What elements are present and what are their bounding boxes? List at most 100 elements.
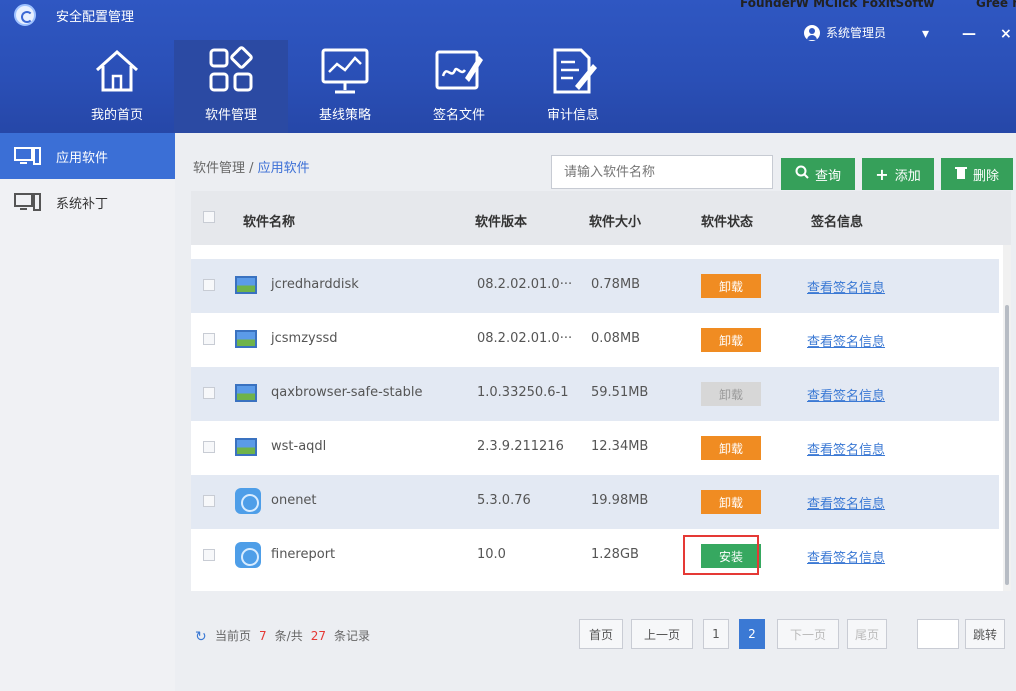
image-app-icon — [235, 384, 257, 402]
audit-doc-icon — [545, 46, 601, 96]
search-icon — [795, 165, 809, 183]
view-signature-link[interactable]: 查看签名信息 — [807, 493, 885, 512]
sidebar: 应用软件 系统补丁 — [0, 133, 175, 691]
view-signature-link[interactable]: 查看签名信息 — [807, 547, 885, 566]
software-size: 1.28GB — [591, 547, 639, 562]
uninstall-button[interactable]: 卸载 — [701, 436, 761, 460]
row-checkbox[interactable] — [203, 333, 215, 345]
row-checkbox[interactable] — [203, 441, 215, 453]
page-size-value: 7 — [259, 629, 267, 643]
nav-label: 软件管理 — [204, 108, 257, 123]
last-page-button[interactable]: 尾页 — [847, 619, 887, 649]
app-title: 安全配置管理 — [56, 10, 135, 25]
page-info-label: 条记录 — [333, 629, 370, 643]
home-icon — [89, 46, 145, 96]
nav-home[interactable]: 我的首页 — [60, 40, 174, 133]
software-version: 1.0.33250.6-1 — [477, 385, 569, 400]
sidebar-item-system-patch[interactable]: 系统补丁 — [0, 179, 175, 225]
background-window-label: Gree nP — [976, 0, 1016, 10]
column-header-name[interactable]: 软件名称 — [243, 211, 295, 230]
breadcrumb: 软件管理 / 应用软件 — [193, 157, 310, 176]
table-scrollbar[interactable] — [1003, 245, 1011, 591]
software-version: 08.2.02.01.0··· — [477, 277, 573, 292]
scrollbar-thumb[interactable] — [1005, 305, 1009, 585]
software-version: 08.2.02.01.0··· — [477, 331, 573, 346]
delete-label: 删除 — [972, 168, 999, 184]
uninstall-button[interactable]: 卸载 — [701, 382, 761, 406]
row-checkbox[interactable] — [203, 495, 215, 507]
add-button[interactable]: + 添加 — [862, 158, 934, 190]
view-signature-link[interactable]: 查看签名信息 — [807, 385, 885, 404]
sidebar-item-app-software[interactable]: 应用软件 — [0, 133, 175, 179]
column-header-status[interactable]: 软件状态 — [701, 211, 753, 230]
close-button[interactable]: × — [1000, 26, 1012, 42]
query-button[interactable]: 查询 — [781, 158, 855, 190]
table-row[interactable]: wst-aqdl 2.3.9.211216 12.34MB 卸载 查看签名信息 — [191, 421, 999, 475]
blue-app-icon — [235, 488, 261, 514]
goto-button[interactable]: 跳转 — [965, 619, 1005, 649]
main-nav: 我的首页 软件管理 基线策略 签名文件 审计信息 — [60, 40, 630, 133]
page-info-label: 条/共 — [274, 629, 303, 643]
select-all-checkbox[interactable] — [203, 211, 215, 223]
apps-icon — [203, 46, 259, 96]
uninstall-button[interactable]: 卸载 — [701, 274, 761, 298]
highlight-box — [683, 535, 759, 575]
background-window-label: FoxitSoftw — [862, 0, 935, 10]
query-label: 查询 — [814, 168, 841, 184]
breadcrumb-current: 应用软件 — [257, 161, 310, 176]
table-row[interactable]: 卸载查看签名信息 — [191, 245, 999, 259]
monitor-chart-icon — [317, 46, 373, 96]
nav-signature-file[interactable]: 签名文件 — [402, 40, 516, 133]
software-name: jcredharddisk — [271, 277, 359, 292]
next-page-button[interactable]: 下一页 — [777, 619, 839, 649]
total-records-value: 27 — [310, 629, 326, 643]
uninstall-button[interactable]: 卸载 — [701, 328, 761, 352]
nav-audit-info[interactable]: 审计信息 — [516, 40, 630, 133]
page-number-button[interactable]: 1 — [703, 619, 729, 649]
software-name: qaxbrowser-safe-stable — [271, 385, 423, 400]
dropdown-menu-icon[interactable]: ▾ — [922, 26, 929, 42]
sidebar-item-label: 系统补丁 — [56, 196, 109, 212]
column-header-signature[interactable]: 签名信息 — [811, 211, 863, 230]
nav-label: 基线策略 — [318, 108, 371, 123]
software-version: 10.0 — [477, 547, 506, 562]
column-header-size[interactable]: 软件大小 — [589, 211, 641, 230]
goto-page-input[interactable] — [917, 619, 959, 649]
app-header: 安全配置管理 FounderW MClick FoxitSoftw Gree n… — [0, 0, 1016, 133]
row-checkbox[interactable] — [203, 387, 215, 399]
plus-icon: + — [875, 164, 889, 184]
trash-icon — [954, 166, 967, 183]
software-name: wst-aqdl — [271, 439, 327, 454]
view-signature-link[interactable]: 查看签名信息 — [807, 277, 885, 296]
blue-app-icon — [235, 542, 261, 568]
nav-baseline-policy[interactable]: 基线策略 — [288, 40, 402, 133]
user-menu[interactable]: 系统管理员 — [804, 24, 886, 41]
prev-page-button[interactable]: 上一页 — [631, 619, 693, 649]
first-page-button[interactable]: 首页 — [579, 619, 623, 649]
refresh-icon[interactable]: ↻ — [195, 629, 207, 645]
signature-icon — [431, 46, 487, 96]
search-input[interactable] — [551, 155, 773, 189]
page-number-button-active[interactable]: 2 — [739, 619, 765, 649]
view-signature-link[interactable]: 查看签名信息 — [807, 439, 885, 458]
software-size: 0.78MB — [591, 277, 641, 292]
table-row[interactable]: onenet 5.3.0.76 19.98MB 卸载 查看签名信息 — [191, 475, 999, 529]
uninstall-button[interactable]: 卸载 — [701, 490, 761, 514]
view-signature-link[interactable]: 查看签名信息 — [807, 331, 885, 350]
table-row[interactable]: qaxbrowser-safe-stable 1.0.33250.6-1 59.51… — [191, 367, 999, 421]
column-header-version[interactable]: 软件版本 — [475, 211, 527, 230]
software-size: 12.34MB — [591, 439, 649, 454]
software-name: jcsmzyssd — [271, 331, 338, 346]
table-row[interactable]: jcsmzyssd 08.2.02.01.0··· 0.08MB 卸载 查看签名信息 — [191, 313, 999, 367]
row-checkbox[interactable] — [203, 279, 215, 291]
sidebar-item-label: 应用软件 — [56, 150, 109, 166]
table-row[interactable]: jcredharddisk 08.2.02.01.0··· 0.78MB 卸载 查看签名… — [191, 259, 999, 313]
table-row[interactable]: finereport 10.0 1.28GB 安装 查看签名信息 — [191, 529, 999, 583]
image-app-icon — [235, 276, 257, 294]
breadcrumb-parent[interactable]: 软件管理 / — [193, 161, 254, 176]
add-label: 添加 — [894, 168, 921, 184]
nav-software-management[interactable]: 软件管理 — [174, 40, 288, 133]
row-checkbox[interactable] — [203, 549, 215, 561]
minimize-button[interactable]: — — [962, 26, 976, 42]
delete-button[interactable]: 删除 — [941, 158, 1013, 190]
